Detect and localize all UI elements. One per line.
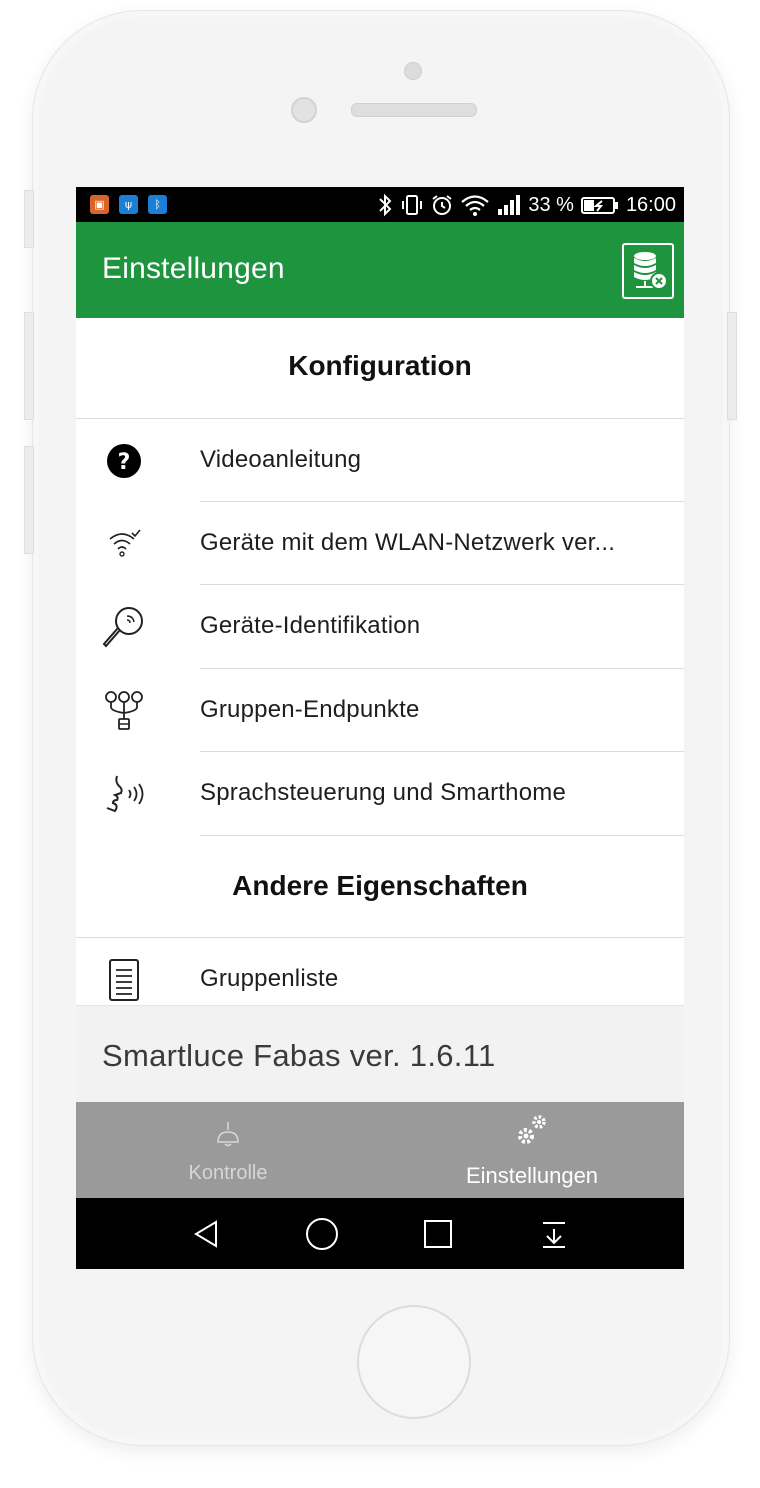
volume-up-button	[24, 312, 34, 420]
back-triangle-icon	[194, 1220, 217, 1248]
list-item-geraete-identifikation[interactable]: Geräte-Identifikation	[76, 585, 684, 668]
tab-label: Einstellungen	[465, 1163, 599, 1188]
volume-down-button	[24, 446, 34, 554]
help-circle-icon: ?	[98, 439, 150, 483]
notification-icons: ▣ ψ ᛒ	[90, 195, 167, 214]
document-list-icon	[98, 958, 150, 1002]
mute-switch	[24, 190, 34, 248]
wifi-check-icon	[98, 522, 150, 566]
database-disconnect-icon	[634, 252, 668, 290]
list-item-label: Gruppenliste	[200, 965, 339, 992]
tab-kontrolle[interactable]: Kontrolle	[76, 1102, 380, 1198]
magnifier-signal-icon	[98, 605, 150, 649]
pulldown-arrow-icon	[543, 1222, 565, 1248]
home-nav-button[interactable]	[302, 1214, 342, 1254]
section-header-konfiguration: Konfiguration	[288, 350, 472, 381]
power-button	[727, 312, 737, 420]
back-button[interactable]	[186, 1214, 226, 1254]
app-version: Smartluce Fabas ver. 1.6.11	[102, 1038, 496, 1073]
tab-label: Kontrolle	[188, 1162, 268, 1184]
alarm-icon	[432, 195, 452, 215]
battery-percent: 33 %	[528, 193, 574, 216]
list-item-label: Geräte-Identifikation	[200, 612, 421, 639]
home-circle-icon	[306, 1218, 338, 1250]
wifi-icon	[461, 195, 490, 216]
list-item-label: Geräte mit dem WLAN-Netzwerk ver...	[200, 529, 616, 556]
list-item-gruppen-endpunkte[interactable]: Gruppen-Endpunkte	[76, 669, 684, 752]
camera-notification-icon: ▣	[90, 195, 109, 214]
section-header-andere-eigenschaften: Andere Eigenschaften	[232, 870, 528, 901]
list-item-sprachsteuerung[interactable]: Sprachsteuerung und Smarthome	[76, 752, 684, 835]
home-button[interactable]	[357, 1305, 471, 1419]
group-bulbs-icon	[98, 689, 150, 733]
notification-pulldown-button[interactable]	[534, 1214, 574, 1254]
recents-square-icon	[424, 1220, 452, 1248]
ceiling-lamp-icon	[76, 1112, 380, 1148]
svg-text:?: ?	[118, 450, 131, 475]
system-navigation-bar	[76, 1198, 684, 1269]
divider	[200, 835, 684, 836]
version-bar: Smartluce Fabas ver. 1.6.11	[76, 1005, 684, 1102]
earpiece-speaker	[351, 103, 477, 117]
list-item-videoanleitung[interactable]: ? Videoanleitung	[76, 419, 684, 502]
tab-einstellungen[interactable]: Einstellungen	[380, 1102, 684, 1198]
list-item-wlan-connect[interactable]: Geräte mit dem WLAN-Netzwerk ver...	[76, 502, 684, 585]
voice-control-icon	[98, 772, 150, 816]
bluetooth-notification-icon: ᛒ	[148, 195, 167, 214]
list-item-label: Sprachsteuerung und Smarthome	[200, 779, 567, 806]
front-camera	[404, 62, 422, 80]
proximity-sensor	[291, 97, 317, 123]
system-status-icons: 33 % 16:00	[376, 191, 676, 219]
page-title: Einstellungen	[102, 252, 285, 285]
app-bar: Einstellungen	[76, 222, 684, 318]
gears-icon	[380, 1112, 684, 1148]
bottom-navigation: Kontrolle Einstellungen	[76, 1102, 684, 1198]
usb-notification-icon: ψ	[119, 195, 138, 214]
clock: 16:00	[625, 193, 676, 216]
recents-button[interactable]	[418, 1214, 458, 1254]
list-item-label: Gruppen-Endpunkte	[200, 696, 420, 723]
battery-charging-icon	[580, 197, 618, 214]
vibrate-icon	[402, 195, 423, 215]
device-screen: ▣ ψ ᛒ 33 % 16:00 Einstellungen Konfigura…	[76, 187, 684, 1269]
signal-icon	[498, 195, 521, 215]
status-bar: ▣ ψ ᛒ 33 % 16:00	[76, 187, 684, 222]
bluetooth-icon	[379, 193, 392, 217]
database-disconnect-button[interactable]	[622, 243, 674, 299]
list-item-label: Videoanleitung	[200, 446, 362, 473]
